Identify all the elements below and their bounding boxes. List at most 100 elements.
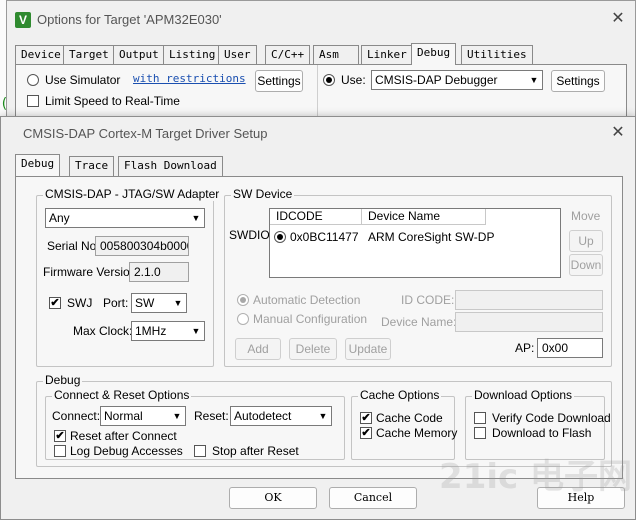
- tab-asm[interactable]: Asm: [313, 45, 359, 65]
- ok-button[interactable]: OK: [229, 487, 317, 509]
- move-label: Move: [571, 209, 601, 223]
- tab-output[interactable]: Output: [113, 45, 165, 65]
- tab-debug[interactable]: Debug: [15, 154, 61, 176]
- port-label: Port:: [103, 296, 129, 310]
- serial-label: Serial No:: [47, 239, 100, 253]
- cache-code-label: Cache Code: [376, 411, 443, 425]
- auto-detection-radio[interactable]: [237, 294, 249, 306]
- debugger-settings-button[interactable]: Settings: [551, 70, 605, 92]
- stop-after-reset-checkbox[interactable]: [194, 445, 206, 457]
- use-simulator-radio[interactable]: [27, 74, 39, 86]
- cache-memory-checkbox[interactable]: ✔: [360, 427, 372, 439]
- tab-cpp[interactable]: C/C++: [265, 45, 311, 65]
- tab-listing[interactable]: Listing: [163, 45, 222, 65]
- dialog-tab-pane: CMSIS-DAP - JTAG/SW Adapter Any ▼ Serial…: [15, 176, 623, 479]
- download-to-flash-checkbox[interactable]: [474, 427, 486, 439]
- connect-reset-group: Connect & Reset Options Connect: Normal …: [45, 388, 345, 460]
- simulator-settings-button[interactable]: Settings: [255, 70, 303, 92]
- reset-select[interactable]: Autodetect ▼: [230, 406, 332, 426]
- tab-debug[interactable]: Debug: [411, 43, 457, 65]
- log-debug-checkbox[interactable]: [54, 445, 66, 457]
- download-to-flash-label: Download to Flash: [492, 426, 592, 440]
- cache-memory-label: Cache Memory: [376, 426, 458, 440]
- chevron-down-icon: ▼: [318, 411, 328, 421]
- serial-field[interactable]: 005800304b0000: [95, 236, 189, 256]
- update-button[interactable]: Update: [345, 338, 391, 360]
- tab-user[interactable]: User: [218, 45, 257, 65]
- manual-config-label: Manual Configuration: [253, 312, 368, 326]
- cache-options-group-title: Cache Options: [358, 388, 442, 402]
- log-debug-label: Log Debug Accesses: [70, 444, 183, 458]
- limit-speed-checkbox[interactable]: [27, 95, 39, 107]
- options-tab-bar: Device Target Output Listing User C/C++ …: [15, 43, 535, 65]
- auto-detection-label: Automatic Detection: [253, 293, 361, 307]
- ap-label: AP:: [515, 341, 535, 355]
- max-clock-label: Max Clock:: [73, 324, 133, 338]
- verify-download-label: Verify Code Download: [492, 411, 611, 425]
- sw-device-group-title: SW Device: [231, 187, 295, 201]
- move-up-button[interactable]: Up: [569, 230, 603, 252]
- dialog-tab-bar: Debug Trace Flash Download: [15, 154, 315, 176]
- cache-code-checkbox[interactable]: ✔: [360, 412, 372, 424]
- sw-device-list[interactable]: IDCODE Device Name 0x0BC11477 ARM CoreSi…: [269, 208, 561, 278]
- max-clock-select-value: 1MHz: [135, 324, 167, 338]
- use-debugger-radio[interactable]: [323, 74, 335, 86]
- add-button[interactable]: Add: [235, 338, 281, 360]
- close-icon[interactable]: ✕: [609, 10, 627, 28]
- options-divider: [317, 65, 318, 121]
- port-select-value: SW: [135, 296, 155, 310]
- close-icon[interactable]: ✕: [609, 124, 627, 142]
- ap-field[interactable]: 0x00: [537, 338, 603, 358]
- row-idcode: 0x0BC11477: [290, 230, 359, 244]
- use-label: Use:: [341, 73, 366, 87]
- adapter-select[interactable]: Any ▼: [45, 208, 205, 228]
- cancel-button[interactable]: Cancel: [329, 487, 417, 509]
- tab-device[interactable]: Device: [15, 45, 67, 65]
- use-simulator-label: Use Simulator: [45, 73, 121, 87]
- device-name-field[interactable]: [455, 312, 603, 332]
- keil-app-icon: V: [15, 12, 31, 28]
- download-options-group-title: Download Options: [472, 388, 575, 402]
- firmware-label: Firmware Version:: [43, 265, 140, 279]
- tab-target[interactable]: Target: [63, 45, 115, 65]
- row-device-name: ARM CoreSight SW-DP: [368, 230, 495, 244]
- tab-flash-download[interactable]: Flash Download: [118, 156, 223, 176]
- adapter-group-title: CMSIS-DAP - JTAG/SW Adapter: [43, 187, 222, 201]
- tab-linker[interactable]: Linker: [361, 45, 413, 65]
- device-name-label: Device Name:: [381, 315, 457, 329]
- tab-utilities[interactable]: Utilities: [461, 45, 533, 65]
- manual-config-radio[interactable]: [237, 313, 249, 325]
- limit-speed-label: Limit Speed to Real-Time: [45, 94, 180, 108]
- firmware-field[interactable]: 2.1.0: [129, 262, 189, 282]
- reset-label: Reset:: [194, 409, 229, 423]
- port-select[interactable]: SW ▼: [131, 293, 187, 313]
- with-restrictions-link[interactable]: with restrictions: [133, 72, 246, 85]
- adapter-group: CMSIS-DAP - JTAG/SW Adapter Any ▼ Serial…: [36, 187, 222, 367]
- options-titlebar: V Options for Target 'APM32E030' ✕: [7, 1, 635, 37]
- chevron-down-icon: ▼: [172, 411, 182, 421]
- verify-download-checkbox[interactable]: [474, 412, 486, 424]
- adapter-select-value: Any: [49, 211, 70, 225]
- chevron-down-icon: ▼: [529, 75, 539, 85]
- max-clock-select[interactable]: 1MHz ▼: [131, 321, 205, 341]
- col-device-name[interactable]: Device Name: [362, 209, 486, 225]
- dialog-title: CMSIS-DAP Cortex-M Target Driver Setup: [23, 126, 268, 141]
- reset-after-connect-label: Reset after Connect: [70, 429, 177, 443]
- reset-after-connect-checkbox[interactable]: ✔: [54, 430, 66, 442]
- tab-trace[interactable]: Trace: [69, 156, 115, 176]
- sw-device-group: SW Device SWDIO IDCODE Device Name 0x0BC…: [224, 187, 612, 367]
- device-select-radio[interactable]: [274, 231, 286, 243]
- site-watermark: 21ic 电子网: [439, 457, 632, 497]
- delete-button[interactable]: Delete: [289, 338, 337, 360]
- id-code-field[interactable]: [455, 290, 603, 310]
- debugger-select[interactable]: CMSIS-DAP Debugger ▼: [371, 70, 543, 90]
- stop-after-reset-label: Stop after Reset: [212, 444, 299, 458]
- connect-label: Connect:: [52, 409, 101, 423]
- swdio-label: SWDIO: [229, 228, 270, 242]
- connect-reset-group-title: Connect & Reset Options: [52, 388, 192, 402]
- move-down-button[interactable]: Down: [569, 254, 603, 276]
- connect-select[interactable]: Normal ▼: [100, 406, 186, 426]
- col-idcode[interactable]: IDCODE: [270, 209, 362, 225]
- swj-checkbox[interactable]: ✔: [49, 297, 61, 309]
- table-row[interactable]: 0x0BC11477 ARM CoreSight SW-DP: [270, 229, 560, 247]
